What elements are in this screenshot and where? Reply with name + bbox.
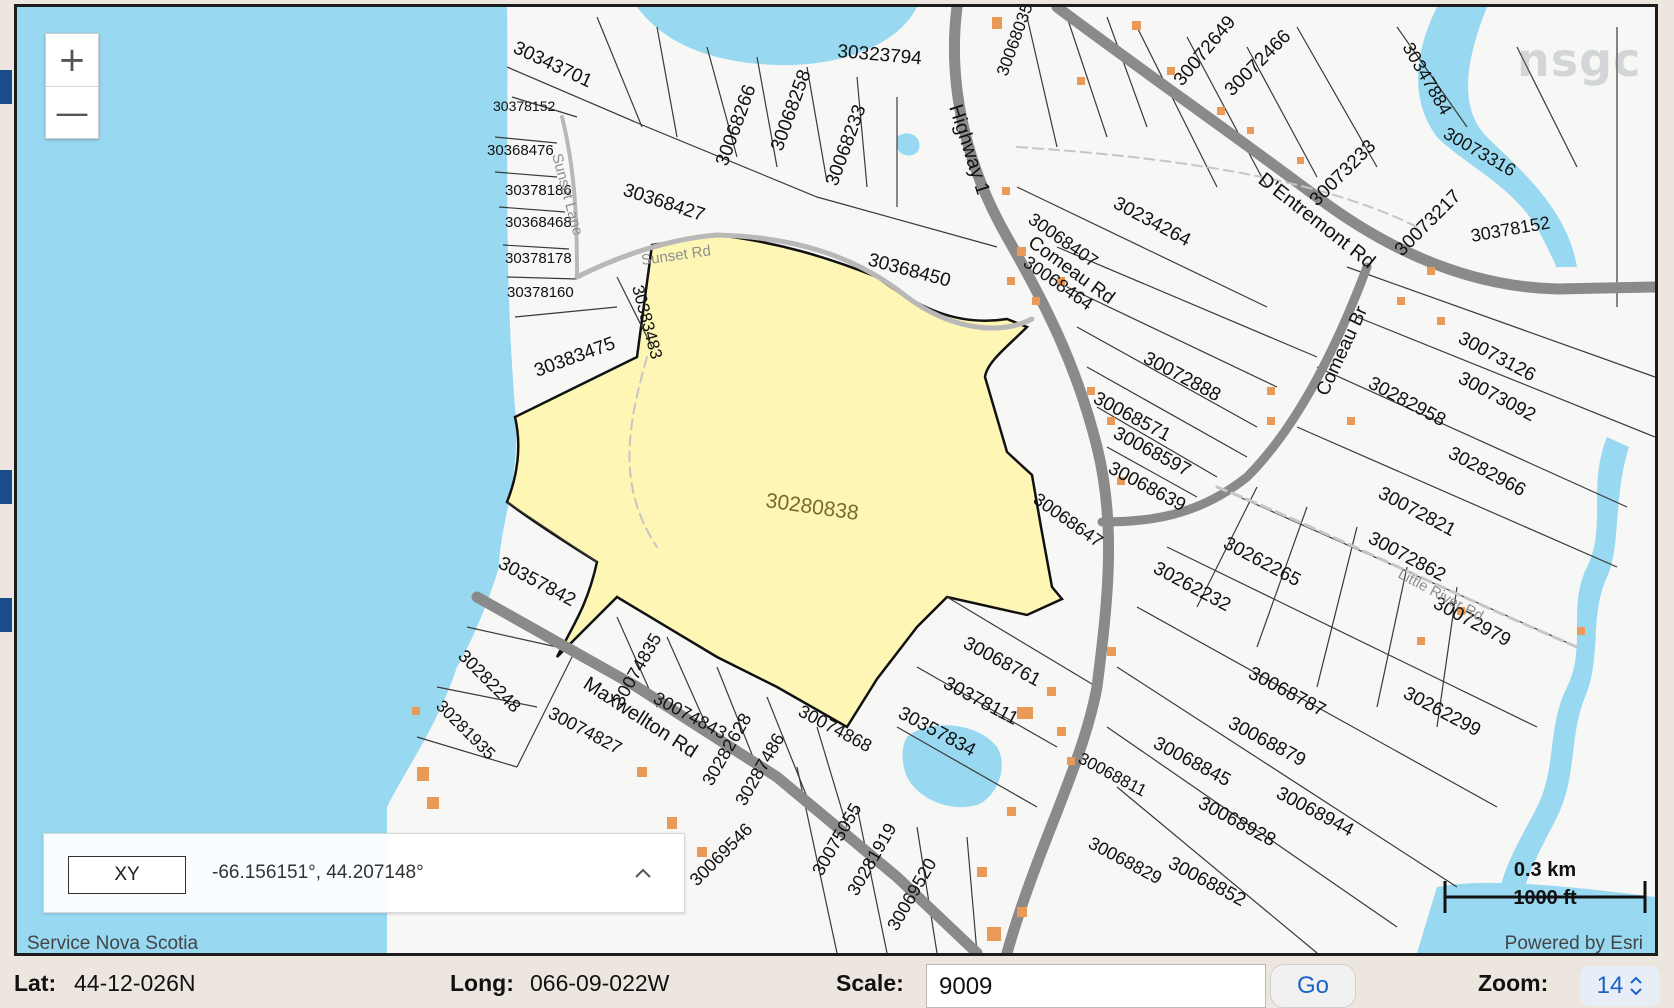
parcel-label: 30378178 bbox=[505, 250, 572, 267]
scale-input[interactable]: 9009 bbox=[926, 964, 1266, 1008]
zoom-select[interactable]: 14 bbox=[1580, 966, 1660, 1006]
nsgc-logo: nsgc bbox=[1517, 33, 1642, 87]
lat-label: Lat: bbox=[14, 970, 57, 996]
parcel-map[interactable]: 30280838 30343701 30323794 30068266 3006… bbox=[17, 7, 1655, 953]
zoom-control: + — bbox=[45, 33, 99, 139]
parcel-label: 30378160 bbox=[507, 284, 574, 301]
zoom-in-button[interactable]: + bbox=[46, 34, 98, 87]
sidebar-tab-2[interactable] bbox=[0, 470, 12, 504]
sidebar-tab-1[interactable] bbox=[0, 70, 12, 104]
scale-bar: 0.3 km 1000 ft bbox=[1441, 859, 1649, 917]
long-label: Long: bbox=[450, 970, 514, 996]
parcel-label: 30378152 bbox=[493, 98, 556, 114]
sidebar-tab-3[interactable] bbox=[0, 598, 12, 632]
parcel-label: 30368476 bbox=[487, 142, 554, 159]
zoom-out-button[interactable]: — bbox=[46, 87, 98, 139]
attribution-left: Service Nova Scotia bbox=[27, 933, 199, 954]
scale-bar-ft-label: 1000 ft bbox=[1513, 887, 1577, 909]
map-view[interactable]: 30280838 30343701 30323794 30068266 3006… bbox=[14, 4, 1658, 956]
chevron-up-icon[interactable] bbox=[634, 864, 652, 882]
coordinate-mode-button[interactable]: XY bbox=[68, 856, 186, 894]
go-button[interactable]: Go bbox=[1270, 964, 1356, 1008]
scale-label: Scale: bbox=[836, 970, 904, 996]
attribution-right[interactable]: Powered by Esri bbox=[1505, 933, 1643, 953]
parcel-label: 30368468 bbox=[505, 214, 572, 231]
coordinate-panel: XY -66.156151°, 44.207148° bbox=[43, 833, 685, 913]
zoom-value: 14 bbox=[1596, 972, 1624, 999]
zoom-label: Zoom: bbox=[1478, 970, 1549, 996]
chevron-updown-icon bbox=[1630, 976, 1643, 996]
lat-value: 44-12-026N bbox=[74, 970, 196, 996]
coordinate-readout: -66.156151°, 44.207148° bbox=[212, 862, 424, 883]
status-bar: Lat: 44-12-026N Long: 066-09-022W Scale:… bbox=[0, 960, 1674, 1008]
long-value: 066-09-022W bbox=[530, 970, 670, 996]
